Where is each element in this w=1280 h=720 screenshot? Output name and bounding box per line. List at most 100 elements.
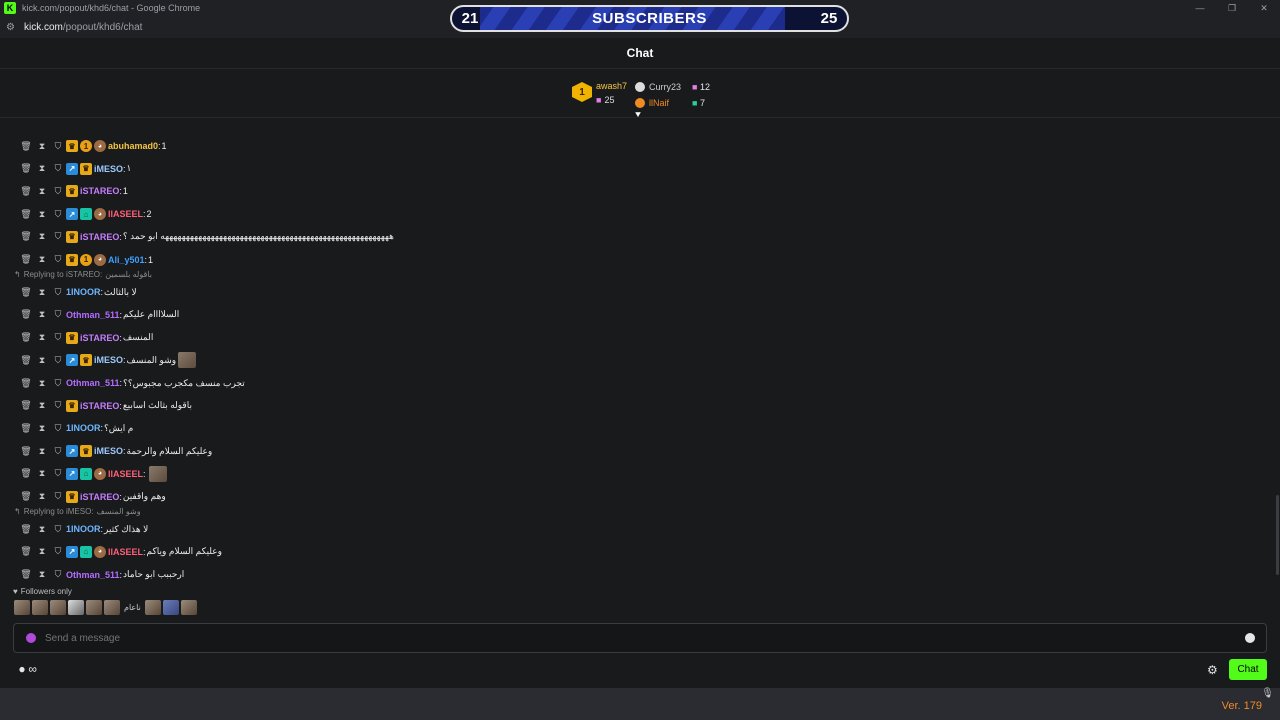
message-username[interactable]: 1INOOR [66,423,101,433]
chat-send-button[interactable]: Chat [1229,659,1267,680]
message-username[interactable]: llASEEL [108,469,143,479]
emote-text[interactable]: ناعام [124,603,141,612]
reply-indicator[interactable]: ↰ Replying to iSTAREO: باقوله بلسمين [14,268,152,280]
shield-icon[interactable]: ⛉ [50,163,66,174]
shield-icon[interactable]: ⛉ [50,569,66,580]
site-info-icon[interactable]: ⚙ [6,22,18,33]
message-username[interactable]: 1INOOR [66,524,101,534]
delete-icon[interactable]: 🗑 [18,524,34,535]
chat-scrollbar[interactable] [1276,495,1279,575]
emote-1[interactable] [14,600,30,615]
delete-icon[interactable]: 🗑 [18,446,34,457]
chat-message[interactable]: 🗑 ⧗ ⛉ ♛ iSTAREO: باقوله بثالث اسابيع [18,399,192,413]
kick-points-icon[interactable]: ⦁ ∞ [19,662,37,677]
shield-icon[interactable]: ⛉ [50,468,66,479]
timeout-icon[interactable]: ⧗ [34,209,50,220]
timeout-icon[interactable]: ⧗ [34,141,50,152]
shield-icon[interactable]: ⛉ [50,524,66,535]
message-username[interactable]: iSTAREO [80,186,119,196]
message-username[interactable]: iMESO [94,446,123,456]
emote-7[interactable] [144,600,161,615]
delete-icon[interactable]: 🗑 [18,546,34,557]
emote-6[interactable] [104,600,120,615]
emote-3[interactable] [50,600,66,615]
chat-message[interactable]: 🗑 ⧗ ⛉ ↗ ⌂ ◕ llASEEL: وعليكم السلام وياكم [18,545,222,559]
timeout-icon[interactable]: ⧗ [34,287,50,298]
chat-message[interactable]: 🗑 ⧗ ⛉ ↗ ♛ iMESO: وشو المنسف [18,352,197,369]
shield-icon[interactable]: ⛉ [50,141,66,152]
reply-indicator[interactable]: ↰ Replying to iMESO: وشو المنسف [14,505,141,517]
shield-icon[interactable]: ⛉ [50,209,66,220]
delete-icon[interactable]: 🗑 [18,254,34,265]
message-username[interactable]: iMESO [94,164,123,174]
message-username[interactable]: iSTAREO [80,492,119,502]
message-username[interactable]: Othman_511 [66,310,120,320]
emoji-icon[interactable] [1245,633,1255,643]
delete-icon[interactable]: 🗑 [18,491,34,502]
shield-icon[interactable]: ⛉ [50,446,66,457]
delete-icon[interactable]: 🗑 [18,423,34,434]
timeout-icon[interactable]: ⧗ [34,569,50,580]
timeout-icon[interactable]: ⧗ [34,163,50,174]
timeout-icon[interactable]: ⧗ [34,231,50,242]
chat-message[interactable]: 🗑 ⧗ ⛉ 1INOOR: لا بالثالث [18,285,136,299]
delete-icon[interactable]: 🗑 [18,287,34,298]
delete-icon[interactable]: 🗑 [18,569,34,580]
chat-message[interactable]: 🗑 ⧗ ⛉ ♛ 1 ◕ Ali_y501:1 [18,253,153,267]
delete-icon[interactable]: 🗑 [18,468,34,479]
message-username[interactable]: Othman_511 [66,570,120,580]
message-username[interactable]: iSTAREO [80,333,119,343]
message-username[interactable]: iSTAREO [80,401,119,411]
delete-icon[interactable]: 🗑 [18,309,34,320]
chat-message[interactable]: 🗑 ⧗ ⛉ ↗ ⌂ ◕ llASEEL:2 [18,207,152,221]
mic-icon[interactable] [26,633,36,643]
chat-message[interactable]: 🗑 ⧗ ⛉ ♛ iSTAREO: المنسف [18,331,153,345]
shield-icon[interactable]: ⛉ [50,231,66,242]
chat-message[interactable]: 🗑 ⧗ ⛉ ↗ ♛ iMESO: وعليكم السلام والرحمة [18,444,212,458]
emote-8[interactable] [162,600,179,615]
delete-icon[interactable]: 🗑 [18,355,34,366]
timeout-icon[interactable]: ⧗ [34,524,50,535]
shield-icon[interactable]: ⛉ [50,423,66,434]
leaderboard-entry[interactable]: Curry23 ■ 12 [635,79,710,95]
message-username[interactable]: llASEEL [108,209,143,219]
chat-message[interactable]: 🗑 ⧗ ⛉ 1INOOR: لا هذاك كثير [18,522,148,536]
restore-icon[interactable]: ❐ [1216,0,1248,16]
message-input[interactable] [45,632,1245,644]
chat-message[interactable]: 🗑 ⧗ ⛉ ♛ iSTAREO: وهم واقفين [18,490,166,504]
message-input-box[interactable] [13,623,1267,653]
chat-message[interactable]: 🗑 ⧗ ⛉ Othman_511: السلاااام عليكم [18,308,179,322]
gear-icon[interactable]: ⚙ [1207,663,1218,677]
shield-icon[interactable]: ⛉ [50,309,66,320]
delete-icon[interactable]: 🗑 [18,186,34,197]
delete-icon[interactable]: 🗑 [18,141,34,152]
emote-4[interactable] [68,600,84,615]
shield-icon[interactable]: ⛉ [50,546,66,557]
timeout-icon[interactable]: ⧗ [34,332,50,343]
message-username[interactable]: Ali_y501 [108,255,145,265]
chat-message[interactable]: 🗑 ⧗ ⛉ ♛ 1 ◕ abuhamad0:1 [18,139,167,153]
timeout-icon[interactable]: ⧗ [34,546,50,557]
shield-icon[interactable]: ⛉ [50,332,66,343]
message-list[interactable]: 🗑 ⧗ ⛉ ♛ 1 ◕ abuhamad0:1 🗑 ⧗ ⛉ ↗ ♛ iMESO:١ 🗑 ⧗ ⛉ ♛ iSTAREO… [0,118,1280,585]
shield-icon[interactable]: ⛉ [50,355,66,366]
leaderboard-entry[interactable]: llNaif ■ 7 [635,95,710,111]
chat-message[interactable]: 🗑 ⧗ ⛉ 1INOOR: م ايش؟ [18,421,133,435]
emote-9[interactable] [180,600,197,615]
shield-icon[interactable]: ⛉ [50,400,66,411]
chat-message[interactable]: 🗑 ⧗ ⛉ ↗ ⌂ ◕ llASEEL: [18,465,167,482]
timeout-icon[interactable]: ⧗ [34,446,50,457]
delete-icon[interactable]: 🗑 [18,378,34,389]
timeout-icon[interactable]: ⧗ [34,423,50,434]
delete-icon[interactable]: 🗑 [18,209,34,220]
timeout-icon[interactable]: ⧗ [34,186,50,197]
delete-icon[interactable]: 🗑 [18,231,34,242]
chat-message[interactable]: 🗑 ⧗ ⛉ ↗ ♛ iMESO:١ [18,162,131,176]
timeout-icon[interactable]: ⧗ [34,355,50,366]
shield-icon[interactable]: ⛉ [50,287,66,298]
minimize-icon[interactable]: — [1184,0,1216,16]
timeout-icon[interactable]: ⧗ [34,468,50,479]
shield-icon[interactable]: ⛉ [50,378,66,389]
message-username[interactable]: iSTAREO [80,232,119,242]
message-username[interactable]: iMESO [94,355,123,365]
